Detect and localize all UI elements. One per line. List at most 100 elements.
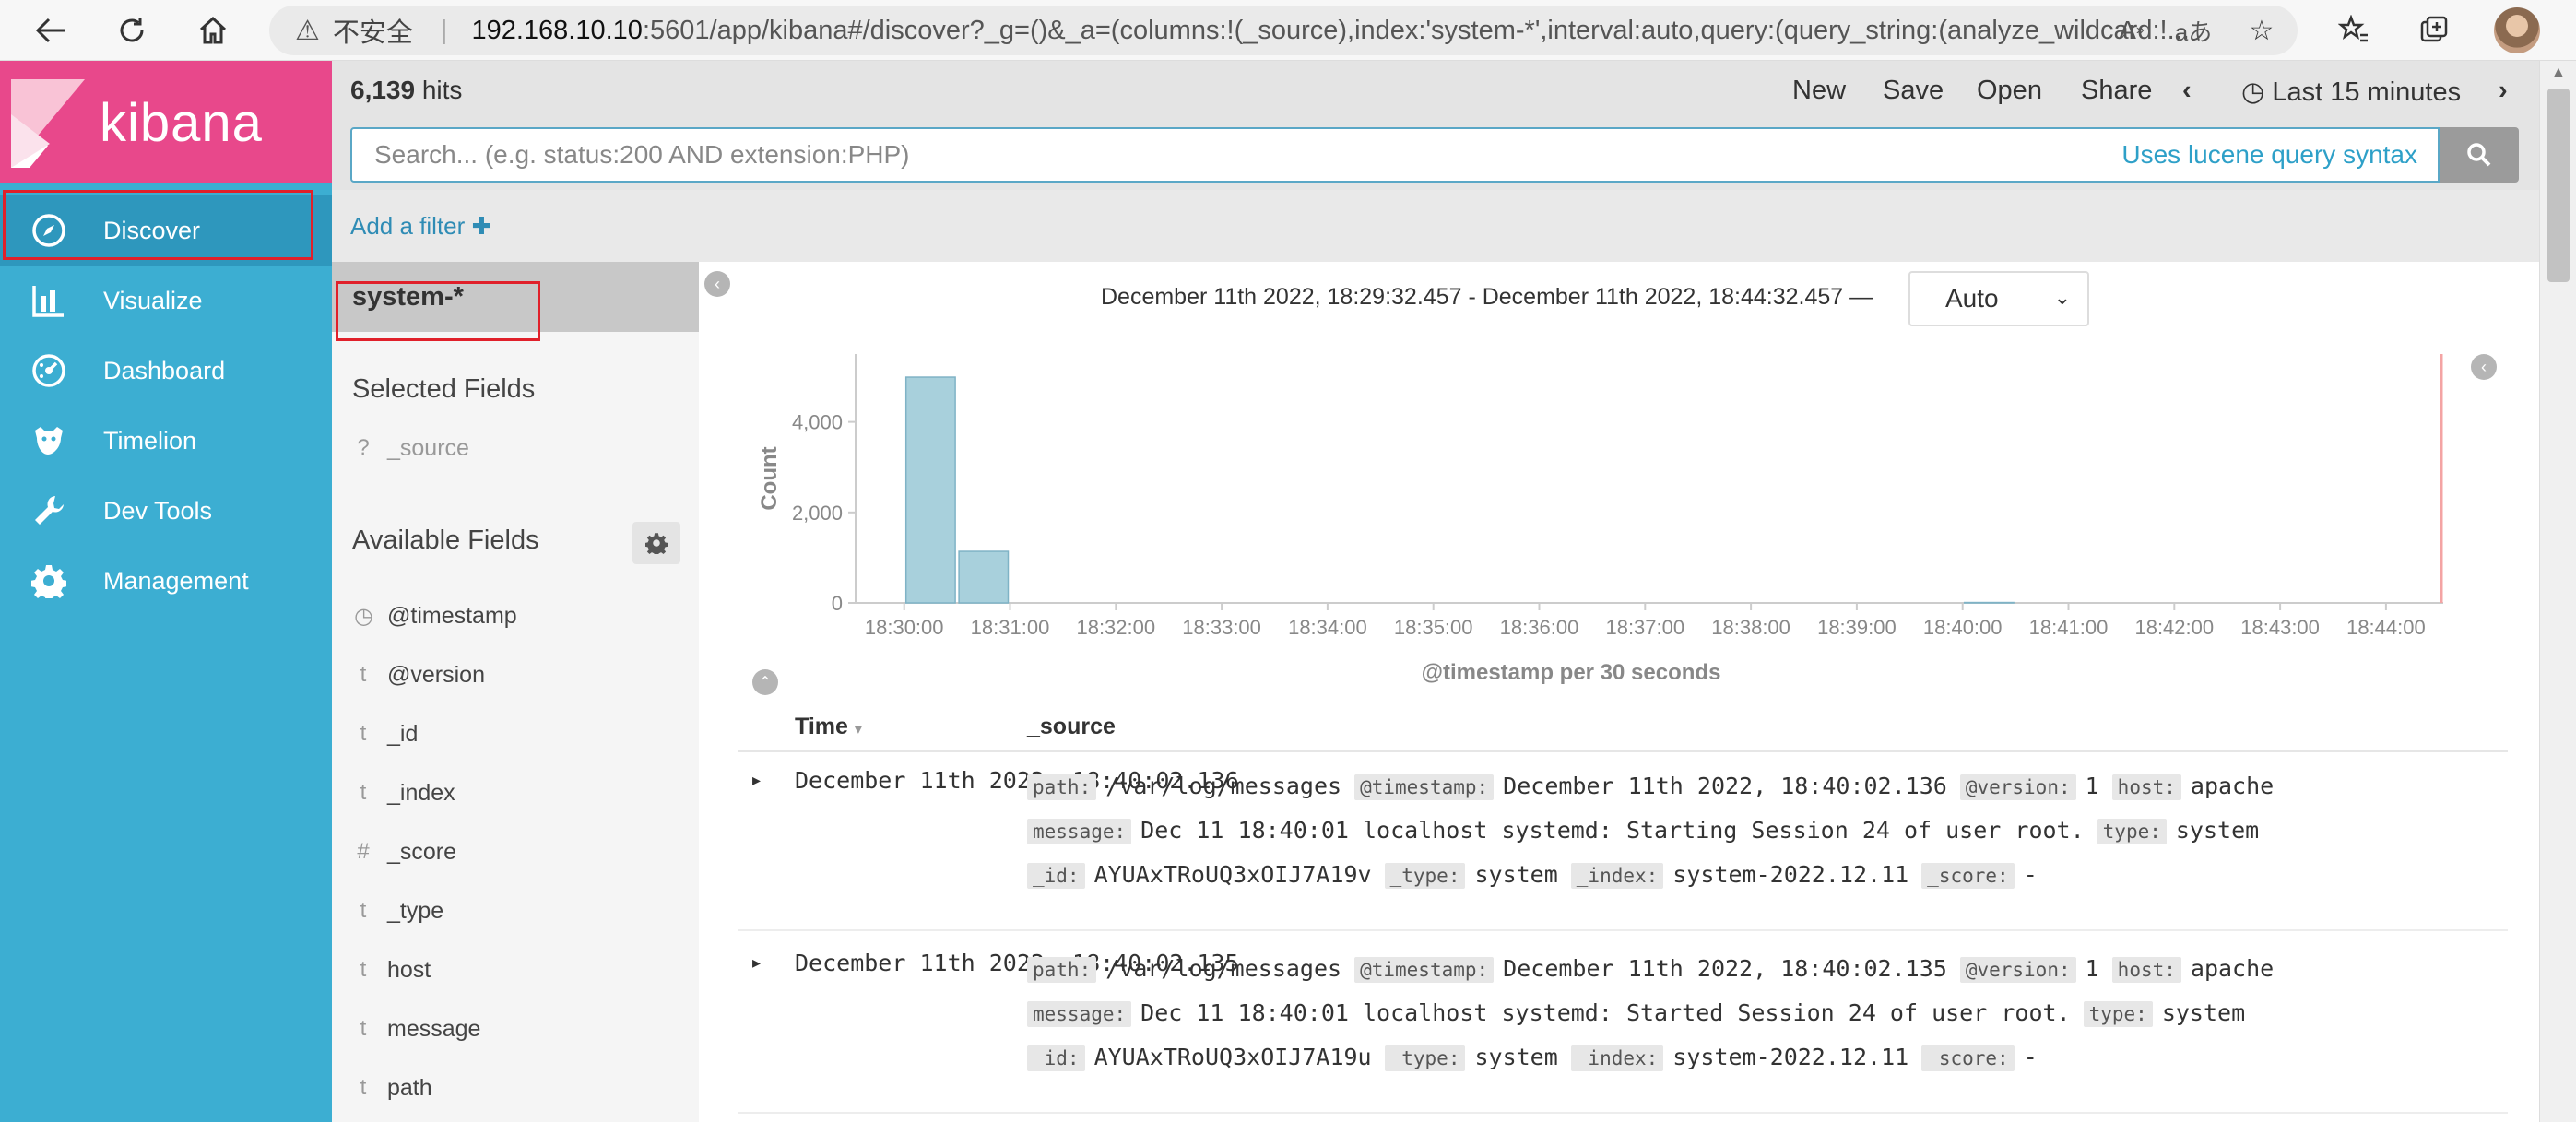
collapse-sidebar-icon[interactable]: ‹ — [704, 271, 730, 297]
nav-management[interactable]: Management — [0, 546, 332, 616]
time-forward-chevron-icon[interactable]: › — [2499, 76, 2508, 106]
field-settings-button[interactable] — [632, 522, 680, 564]
kibana-logo[interactable]: kibana — [0, 61, 332, 183]
lucene-syntax-link[interactable]: Uses lucene query syntax — [2121, 140, 2417, 170]
nav-dev-tools[interactable]: Dev Tools — [0, 476, 332, 546]
histogram-time-range: December 11th 2022, 18:29:32.457 - Decem… — [1101, 284, 1873, 310]
add-favorite-icon[interactable]: ☆ — [2240, 9, 2283, 52]
source-key: path: — [1027, 774, 1097, 800]
hits-label: hits — [421, 76, 463, 104]
gear-icon — [645, 533, 668, 554]
source-value: system — [1474, 861, 1558, 888]
dashboard-gauge-icon — [31, 353, 66, 388]
collapse-chart-icon[interactable]: ⌃ — [752, 669, 778, 695]
scroll-up-arrow-icon[interactable]: ▲ — [2551, 65, 2566, 81]
source-value: Dec 11 18:40:01 localhost systemd: Start… — [1140, 817, 2085, 844]
add-filter-button[interactable]: Add a filter ✚ — [350, 212, 491, 241]
save-button[interactable]: Save — [1883, 76, 1944, 106]
timelion-icon — [31, 423, 66, 458]
expand-row-icon[interactable]: ▸ — [752, 771, 761, 790]
field-item[interactable]: t _type — [332, 887, 699, 935]
source-value: - — [2023, 1044, 2038, 1070]
favorites-icon[interactable] — [2333, 9, 2375, 52]
source-line: _id: AYUAxTRoUQ3xOIJ7A19v _type: system _ind… — [1027, 861, 2050, 889]
time-back-chevron-icon[interactable]: ‹ — [2182, 76, 2192, 106]
histogram-chart[interactable]: 0 2,000 4,000 Count 18:30:00 18:31:00 18:32:00… — [736, 345, 2487, 649]
field-type-icon: t — [360, 662, 367, 687]
field-type-icon: # — [357, 839, 370, 864]
field-name: @timestamp — [387, 603, 517, 629]
back-arrow-icon[interactable] — [28, 7, 74, 53]
field-item[interactable]: t message — [332, 1005, 699, 1053]
source-key: _index: — [1570, 863, 1664, 889]
chevron-down-icon: ⌄ — [2053, 286, 2071, 309]
address-separator: | — [440, 15, 448, 45]
field-item[interactable]: t host — [332, 946, 699, 994]
field-item[interactable]: ◷ @timestamp — [332, 592, 699, 640]
interval-select[interactable]: Auto ⌄ — [1908, 271, 2089, 326]
source-value: /var/log/messages — [1105, 773, 1342, 799]
scrollbar-thumb[interactable] — [2547, 89, 2570, 282]
query-bar[interactable]: Uses lucene query syntax — [350, 127, 2440, 183]
discover-top-bar: 6,139 hits New Save Open Share ‹ ◷ Last … — [332, 61, 2539, 190]
field-list-panel: system-* Selected Fields ? _source Avail… — [332, 262, 699, 1122]
source-key: @timestamp: — [1354, 957, 1495, 983]
translate-icon[interactable]: aあ — [2172, 9, 2215, 52]
x-tick-label: 18:43:00 — [2240, 616, 2320, 639]
field-item[interactable]: ? _source — [332, 424, 699, 472]
field-item[interactable]: t _index — [332, 769, 699, 817]
y-axis-title: Count — [757, 446, 782, 510]
address-bar[interactable]: ⚠ 不安全 | 192.168.10.10:5601/app/kibana#/d… — [269, 6, 2298, 55]
field-item[interactable]: t path — [332, 1064, 699, 1112]
field-item[interactable]: # _score — [332, 828, 699, 876]
search-input[interactable] — [352, 129, 2012, 181]
read-aloud-icon[interactable]: A» — [2110, 9, 2153, 52]
field-name: host — [387, 957, 431, 983]
field-type-icon: t — [360, 957, 367, 982]
warning-triangle-icon[interactable]: ⚠ — [295, 15, 320, 47]
source-line: path: /var/log/messages @timestamp: Decembe… — [1027, 955, 2286, 983]
search-button[interactable] — [2440, 127, 2519, 183]
x-tick-label: 18:41:00 — [2029, 616, 2109, 639]
expand-row-icon[interactable]: ▸ — [752, 953, 761, 973]
source-key: _id: — [1027, 863, 1085, 889]
nav-dashboard[interactable]: Dashboard — [0, 336, 332, 406]
x-tick-label: 18:42:00 — [2134, 616, 2214, 639]
sort-down-icon[interactable]: ▾ — [855, 722, 862, 738]
x-axis-title: @timestamp per 30 seconds — [1421, 660, 1721, 685]
time-picker-button[interactable]: ◷ Last 15 minutes — [2241, 76, 2461, 108]
home-icon[interactable] — [190, 7, 236, 53]
x-tick-label: 18:30:00 — [865, 616, 944, 639]
field-name: @version — [387, 662, 485, 688]
x-tick-label: 18:39:00 — [1817, 616, 1897, 639]
page-scrollbar[interactable]: ▲ — [2539, 61, 2576, 1122]
field-type-icon: t — [360, 1016, 367, 1041]
collections-icon[interactable] — [2413, 9, 2455, 52]
new-button[interactable]: New — [1792, 76, 1846, 106]
profile-avatar[interactable] — [2494, 7, 2540, 53]
x-tick-label: 18:37:00 — [1605, 616, 1684, 639]
open-button[interactable]: Open — [1977, 76, 2042, 106]
security-label[interactable]: 不安全 — [333, 11, 413, 50]
source-key: @version: — [1959, 957, 2076, 983]
nav-timelion[interactable]: Timelion — [0, 406, 332, 476]
share-button[interactable]: Share — [2081, 76, 2152, 106]
gear-icon — [31, 563, 66, 598]
source-value: December 11th 2022, 18:40:02.136 — [1503, 773, 1947, 799]
source-key: _score: — [1921, 1045, 2015, 1071]
selected-fields-heading: Selected Fields — [352, 374, 536, 404]
x-tick-label: 18:32:00 — [1076, 616, 1155, 639]
field-type-icon: t — [360, 721, 367, 746]
url-host: 192.168.10.10 — [471, 15, 643, 45]
field-item[interactable]: t _id — [332, 710, 699, 758]
nav-visualize[interactable]: Visualize — [0, 266, 332, 336]
source-value: - — [2023, 861, 2038, 888]
source-key: type: — [2097, 819, 2167, 844]
reload-icon[interactable] — [109, 7, 155, 53]
field-item[interactable]: t @version — [332, 651, 699, 699]
nav-label: Visualize — [103, 286, 203, 314]
highlight-box-discover — [3, 190, 313, 260]
x-tick-label: 18:33:00 — [1182, 616, 1261, 639]
available-fields-heading: Available Fields — [352, 526, 539, 555]
time-column-header[interactable]: Time ▾ — [795, 714, 862, 740]
